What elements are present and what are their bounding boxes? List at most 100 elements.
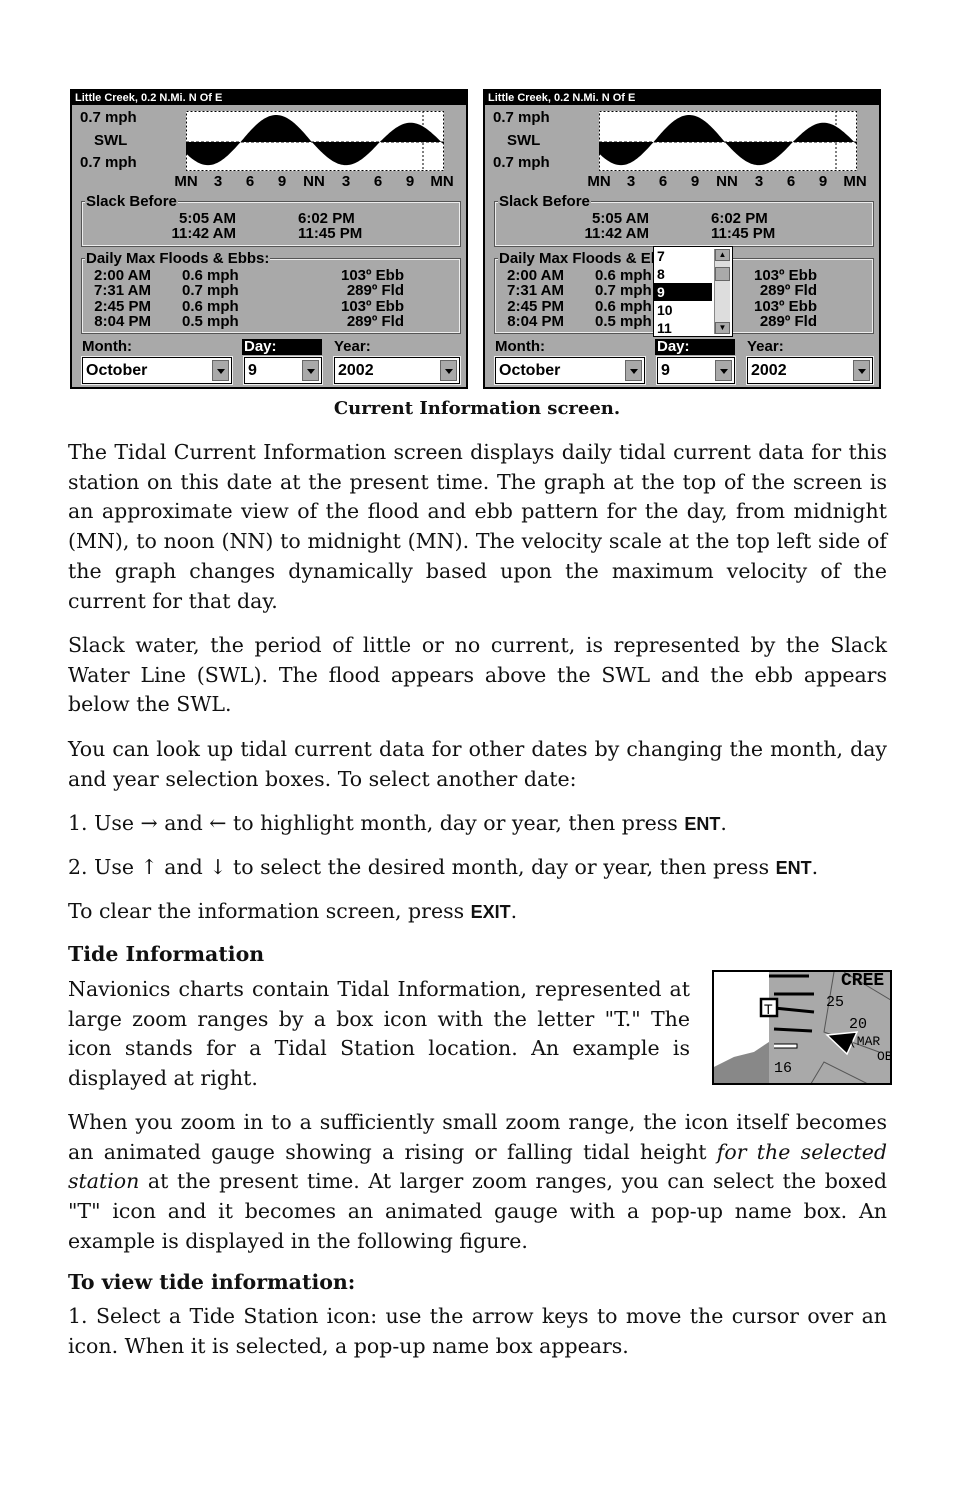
graph-tick-label: 6 — [786, 173, 796, 190]
month-dropdown[interactable]: October — [81, 356, 233, 385]
chevron-down-icon[interactable] — [715, 360, 732, 381]
day-value: 9 — [248, 362, 257, 379]
graph-tick-label: MN — [430, 173, 454, 190]
daily-time: 8:04 PM — [507, 312, 564, 330]
paragraph-slack: Slack water, the period of little or no … — [68, 633, 887, 717]
chevron-down-icon[interactable] — [625, 360, 642, 381]
day-option[interactable]: 9 — [654, 283, 712, 301]
year-dropdown[interactable]: 2002 — [746, 356, 874, 385]
daily-speed: 0.7 mph — [182, 282, 239, 300]
exit-key: EXIT — [470, 902, 511, 922]
daily-time: 7:31 AM — [94, 282, 151, 300]
scale-top-label: 0.7 mph — [493, 109, 550, 126]
graph-tick-label: NN — [716, 173, 738, 190]
paragraph-lookup: You can look up tidal current data for o… — [68, 737, 887, 791]
slack-time: 11:45 PM — [711, 225, 776, 242]
slack-time: 11:45 PM — [298, 225, 363, 242]
daily-time: 7:31 AM — [507, 282, 564, 300]
daily-direction: 103º Ebb — [753, 267, 817, 284]
graph-tick-label: 3 — [626, 173, 636, 190]
map-label: (MAR — [849, 1034, 880, 1049]
slack-time: 11:42 AM — [171, 225, 236, 242]
daily-speed: 0.6 mph — [595, 297, 652, 315]
map-label: 16 — [774, 1060, 792, 1077]
tide-current-graph — [599, 111, 857, 171]
scroll-up-icon[interactable]: ▲ — [715, 249, 730, 261]
daily-speed: 0.6 mph — [182, 297, 239, 315]
step-2-end: . — [811, 855, 819, 879]
scroll-down-icon[interactable]: ▼ — [715, 322, 730, 334]
graph-tick-label: 6 — [245, 173, 255, 190]
map-label: 25 — [826, 994, 844, 1011]
graph-tick-label: NN — [303, 173, 325, 190]
year-value: 2002 — [338, 362, 374, 379]
station-title: Little Creek, 0.2 N.Mi. N Of E — [485, 91, 879, 105]
month-label: Month: — [495, 338, 545, 355]
graph-tick-label: 3 — [213, 173, 223, 190]
step-2: 2. Use ↑ and ↓ to select the desired mon… — [68, 853, 887, 884]
step-1: 1. Use → and ← to highlight month, day o… — [68, 809, 887, 840]
slack-time: 11:42 AM — [584, 225, 649, 242]
daily-speed: 0.6 mph — [595, 267, 652, 284]
daily-time: 2:00 AM — [94, 267, 151, 284]
chevron-down-icon[interactable] — [302, 360, 319, 381]
graph-tick-label: MN — [174, 173, 198, 190]
graph-tick-label: MN — [843, 173, 867, 190]
scale-bottom-label: 0.7 mph — [80, 154, 137, 171]
scrollbar[interactable]: ▲ ▼ — [714, 249, 730, 334]
daily-direction: 289º Fld — [759, 282, 817, 300]
flood-ebb-curve — [599, 115, 857, 166]
chevron-down-icon[interactable] — [440, 360, 457, 381]
slack-time: 5:05 AM — [592, 210, 649, 227]
day-option[interactable]: 10 — [654, 301, 712, 319]
current-info-screen-left: Little Creek, 0.2 N.Mi. N Of E 0.7 mph SWL… — [70, 89, 468, 389]
figure-caption: Current Information screen. — [333, 398, 621, 419]
day-option[interactable]: 7 — [654, 247, 712, 265]
tide-station-map-image: T CREE 25 20 (MAR OB 16 — [712, 970, 892, 1085]
day-options-list[interactable]: 7 8 9 10 11 ▲ ▼ — [653, 246, 733, 337]
tide-station-letter: T — [764, 1001, 773, 1017]
day-option[interactable]: 11 — [654, 319, 712, 337]
scale-bottom-label: 0.7 mph — [493, 154, 550, 171]
daily-speed: 0.7 mph — [595, 282, 652, 300]
day-dropdown[interactable]: 9 — [243, 356, 323, 385]
view-tide-heading: To view tide information: — [68, 1270, 356, 1294]
month-label: Month: — [82, 338, 132, 355]
current-info-screen-right: Little Creek, 0.2 N.Mi. N Of E 0.7 mph SWL… — [483, 89, 881, 389]
flood-ebb-curve — [186, 115, 444, 166]
graph-tick-label: 6 — [658, 173, 668, 190]
clear-text: To clear the information screen, press — [68, 899, 471, 923]
daily-direction: 289º Fld — [346, 312, 404, 330]
daily-time: 2:00 AM — [507, 267, 564, 284]
map-label: CREE — [841, 972, 884, 991]
swl-label: SWL — [507, 132, 541, 149]
chevron-down-icon[interactable] — [212, 360, 229, 381]
graph-tick-label: 6 — [373, 173, 383, 190]
swl-label: SWL — [94, 132, 128, 149]
daily-direction: 289º Fld — [346, 282, 404, 300]
daily-direction: 103º Ebb — [753, 297, 817, 315]
daily-direction: 103º Ebb — [340, 297, 404, 315]
day-option[interactable]: 8 — [654, 265, 712, 283]
daily-speed: 0.5 mph — [182, 312, 239, 330]
daily-speed: 0.5 mph — [595, 312, 652, 330]
graph-tick-label: 3 — [341, 173, 351, 190]
graph-tick-label: 9 — [690, 173, 700, 190]
year-value: 2002 — [751, 362, 787, 379]
zoom-text-b: at the present time. At larger zoom rang… — [68, 1169, 887, 1253]
month-dropdown[interactable]: October — [494, 356, 646, 385]
chevron-down-icon[interactable] — [853, 360, 870, 381]
graph-tick-label: MN — [587, 173, 611, 190]
slack-before-label: Slack Before — [498, 193, 591, 210]
scroll-thumb[interactable] — [715, 267, 730, 281]
year-label: Year: — [747, 338, 784, 355]
slack-before-label: Slack Before — [85, 193, 178, 210]
station-title: Little Creek, 0.2 N.Mi. N Of E — [72, 91, 466, 105]
year-dropdown[interactable]: 2002 — [333, 356, 461, 385]
day-dropdown[interactable]: 9 — [656, 356, 736, 385]
daily-time: 8:04 PM — [94, 312, 151, 330]
map-label: OB — [877, 1049, 892, 1064]
scale-top-label: 0.7 mph — [80, 109, 137, 126]
daily-time: 2:45 PM — [507, 297, 564, 315]
year-label: Year: — [334, 338, 371, 355]
